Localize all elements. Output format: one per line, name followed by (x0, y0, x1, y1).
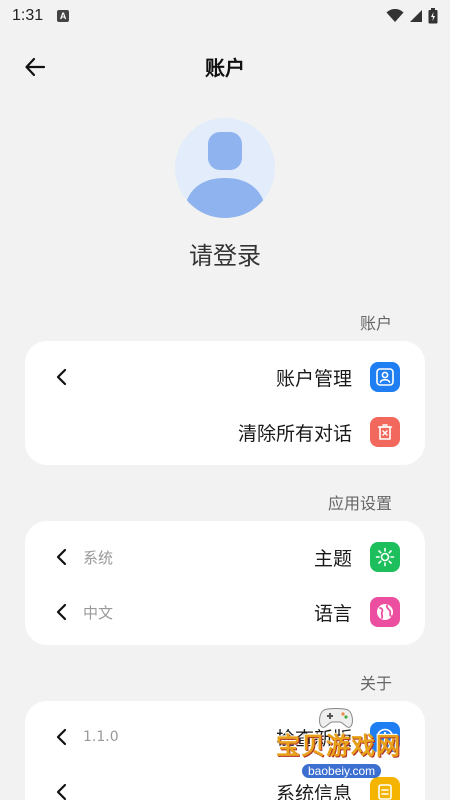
theme-label: 主题 (313, 547, 352, 570)
account-management-label: 账户管理 (275, 367, 352, 390)
delete-icon (370, 417, 400, 447)
globe-icon (370, 597, 400, 627)
clear-conversations-row[interactable]: 清除所有对话 (25, 407, 425, 457)
account-management-row[interactable]: 账户管理 (25, 352, 425, 402)
chevron-left-icon (51, 546, 71, 568)
arrow-left-icon (25, 57, 46, 77)
watermark-text: 宝贝游戏网 (276, 732, 401, 760)
status-icons (386, 8, 438, 24)
section-title-account: 账户 (359, 314, 392, 333)
theme-row[interactable]: 系统 主题 (25, 532, 425, 582)
language-label: 语言 (313, 602, 352, 625)
avatar[interactable] (175, 118, 275, 218)
app-settings-card: 系统 主题 中文 语言 (25, 521, 425, 645)
chevron-left-icon (51, 366, 71, 388)
language-row[interactable]: 中文 语言 (25, 587, 425, 637)
status-time: 1:31 (12, 7, 44, 24)
watermark: 宝贝游戏网 baobeiy.com (270, 706, 420, 786)
language-value: 中文 (83, 603, 114, 622)
section-title-about: 关于 (359, 674, 392, 693)
chevron-left-icon (51, 601, 71, 623)
signal-icon (410, 10, 422, 22)
section-title-app-settings: 应用设置 (327, 494, 392, 513)
page-title: 账户 (205, 55, 245, 80)
sun-icon (370, 542, 400, 572)
clear-conversations-label: 清除所有对话 (237, 422, 352, 445)
status-bar: 1:31 A (0, 0, 450, 32)
watermark-url: baobeiy.com (302, 764, 382, 778)
app-bar: 账户 (0, 42, 450, 90)
login-prompt[interactable]: 请登录 (0, 236, 450, 271)
wifi-icon (386, 9, 404, 22)
back-button[interactable] (20, 52, 50, 82)
user-silhouette-icon (183, 132, 267, 218)
notification-icon: A (57, 10, 70, 22)
chevron-left-icon (51, 781, 71, 800)
account-card: 账户管理 清除所有对话 (25, 341, 425, 465)
chevron-left-icon (51, 726, 71, 748)
battery-icon (428, 8, 438, 24)
theme-value: 系统 (83, 548, 114, 567)
user-card-icon (370, 362, 400, 392)
app-version-value: 1.1.0 (83, 729, 119, 745)
